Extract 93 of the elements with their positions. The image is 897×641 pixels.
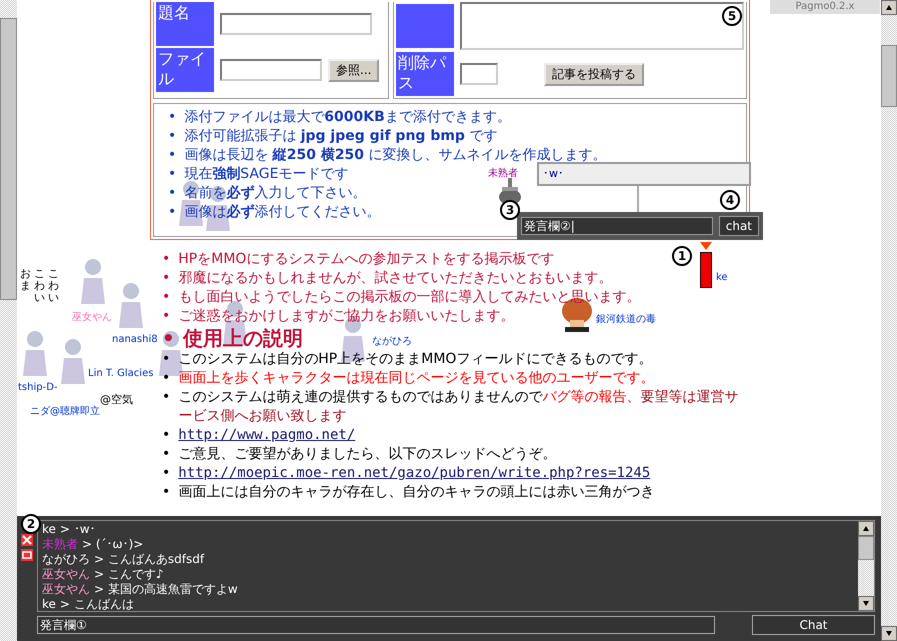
bullet: • <box>162 483 170 502</box>
intro-text: ご迷惑をおかけしますがご協力をお願いいたします。 <box>178 307 514 326</box>
usage-text: 画面上には自分のキャラが存在し、自分のキャラの頭上には赤い三角がつき <box>178 483 654 502</box>
chat-username: 未熟者 <box>42 537 78 552</box>
block-sprite <box>700 252 712 288</box>
scroll-up-icon[interactable] <box>881 0 897 15</box>
chat-username: 巫女やん <box>42 582 90 597</box>
bullet: • <box>168 108 176 127</box>
scrollbar[interactable] <box>881 0 897 641</box>
bullet: • <box>162 426 170 445</box>
callout-number: 4 <box>720 190 740 210</box>
floating-text: こわい <box>34 268 45 304</box>
intro-text: HPをMMOにするシステムへの参加テストをする掲示板です <box>178 250 554 269</box>
bullet: • <box>168 203 176 222</box>
comment-textarea[interactable] <box>460 2 744 50</box>
bullet: • <box>162 288 170 307</box>
usage-text: 画面上を歩くキャラクターは現在同じページを見ている他のユーザーです。 <box>178 369 654 388</box>
chat-username: 巫女やん <box>42 567 90 582</box>
character-name: tship-D- <box>18 382 58 393</box>
chat-message: > こんです♪ <box>94 567 164 582</box>
chat-input[interactable]: 発言欄②| <box>521 217 713 235</box>
connector-line <box>637 186 639 212</box>
bullet: • <box>162 464 170 483</box>
bullet: • <box>162 369 170 388</box>
window-icon[interactable] <box>21 549 33 561</box>
chat-message: > こんばんは <box>60 597 134 611</box>
file-input[interactable] <box>220 59 322 81</box>
bullet: • <box>162 250 170 269</box>
chat-username: ながひろ <box>42 552 90 567</box>
note-text: 画像は長辺を 縦250 横250 に変換し、サムネイルを作成します。 <box>184 146 606 165</box>
subject-input[interactable] <box>220 13 372 35</box>
floating-text: こわい <box>48 268 59 304</box>
note-text: 現在強制SAGEモードです <box>184 165 348 184</box>
usage-text: このシステムは萌え連の提供するものではありませんのでバグ等の報告、要望等は運営サービス側へお願い致します <box>178 388 740 426</box>
bullet: • <box>162 307 170 326</box>
field-label: 削除パス <box>396 52 454 96</box>
chat-message: > ･w･ <box>60 522 96 537</box>
bullet: • <box>168 127 176 146</box>
character-name: 巫女やん <box>72 311 112 324</box>
chat-message: > (´･ω･)> <box>82 537 144 552</box>
scroll-down-icon[interactable] <box>881 626 897 641</box>
character-name: ながひろ <box>372 335 412 348</box>
chat-username: ke <box>42 522 56 537</box>
close-icon[interactable] <box>21 534 33 546</box>
bullet: • <box>168 184 176 203</box>
scroll-down-icon[interactable] <box>858 596 874 611</box>
bullet: • <box>162 388 170 407</box>
callout-number: 3 <box>500 200 520 220</box>
field-label: 題名 <box>156 2 214 46</box>
scrollbar-thumb[interactable] <box>881 45 897 107</box>
bullet: • <box>162 326 175 350</box>
scrollbar-thumb[interactable] <box>858 536 874 560</box>
bullet: • <box>168 146 176 165</box>
character-name: Lin T. Glacies <box>88 368 154 379</box>
link[interactable]: http://moepic.moe-ren.net/gazo/pubren/write.php?res=1245 <box>178 464 650 483</box>
character-name: ニダ@聴牌即立 <box>30 405 100 418</box>
marker-triangle-icon <box>700 242 712 250</box>
browse-button[interactable]: 参照... <box>328 58 380 82</box>
link[interactable]: http://www.pagmo.net/ <box>178 426 356 445</box>
character-name: 未熟者 <box>488 166 518 180</box>
field-label: ファイル <box>156 48 214 92</box>
scroll-up-icon[interactable] <box>858 521 874 536</box>
scrollbar[interactable] <box>0 0 17 641</box>
bullet: • <box>162 269 170 288</box>
version-label: Pagmo0.2.x <box>770 0 880 14</box>
intro-text: 邪魔になるかもしれませんが、試させていただきたいとおもいます。 <box>178 269 612 288</box>
chat-button[interactable]: chat <box>718 216 759 236</box>
submit-button[interactable]: 記事を投稿する <box>544 62 644 86</box>
character-name: 銀河鉄道の毒 <box>596 312 656 326</box>
note-text: 名前を必ず入力して下さい。 <box>184 184 366 203</box>
section-heading: 使用上の説明 <box>182 326 303 350</box>
chat-message: > こんばんあsdfsdf <box>94 552 204 567</box>
scrollbar[interactable] <box>858 521 874 611</box>
floating-text: @空気 <box>100 392 133 407</box>
character-name: ke <box>716 272 728 283</box>
bullet: • <box>162 350 170 369</box>
chat-username: ke <box>42 597 56 611</box>
chat-button[interactable]: Chat <box>752 615 875 635</box>
floating-text: おま <box>20 268 31 292</box>
note-text: 添付可能拡張子は jpg jpeg gif png bmp です <box>184 127 498 146</box>
password-input[interactable] <box>460 63 498 85</box>
speech-bubble: ･w･ <box>537 162 751 186</box>
note-text: 添付ファイルは最大で6000KBまで添付できます。 <box>184 108 511 127</box>
usage-text: このシステムは自分のHP上をそのままMMOフィールドにできるものです。 <box>178 350 652 369</box>
note-text: 画像は必ず添付してください。 <box>184 203 380 222</box>
chat-input[interactable]: 発言欄① <box>37 616 715 634</box>
bullet: • <box>168 165 176 184</box>
bullet: • <box>162 445 170 464</box>
scrollbar-thumb[interactable] <box>0 18 17 300</box>
character-name: nanashi8 <box>112 334 158 345</box>
usage-text: ご意見、ご要望がありましたら、以下のスレッドへどうぞ。 <box>178 445 556 464</box>
chat-message: > 某国の高速魚雷ですよw <box>94 582 238 597</box>
callout-number: 1 <box>672 246 692 266</box>
